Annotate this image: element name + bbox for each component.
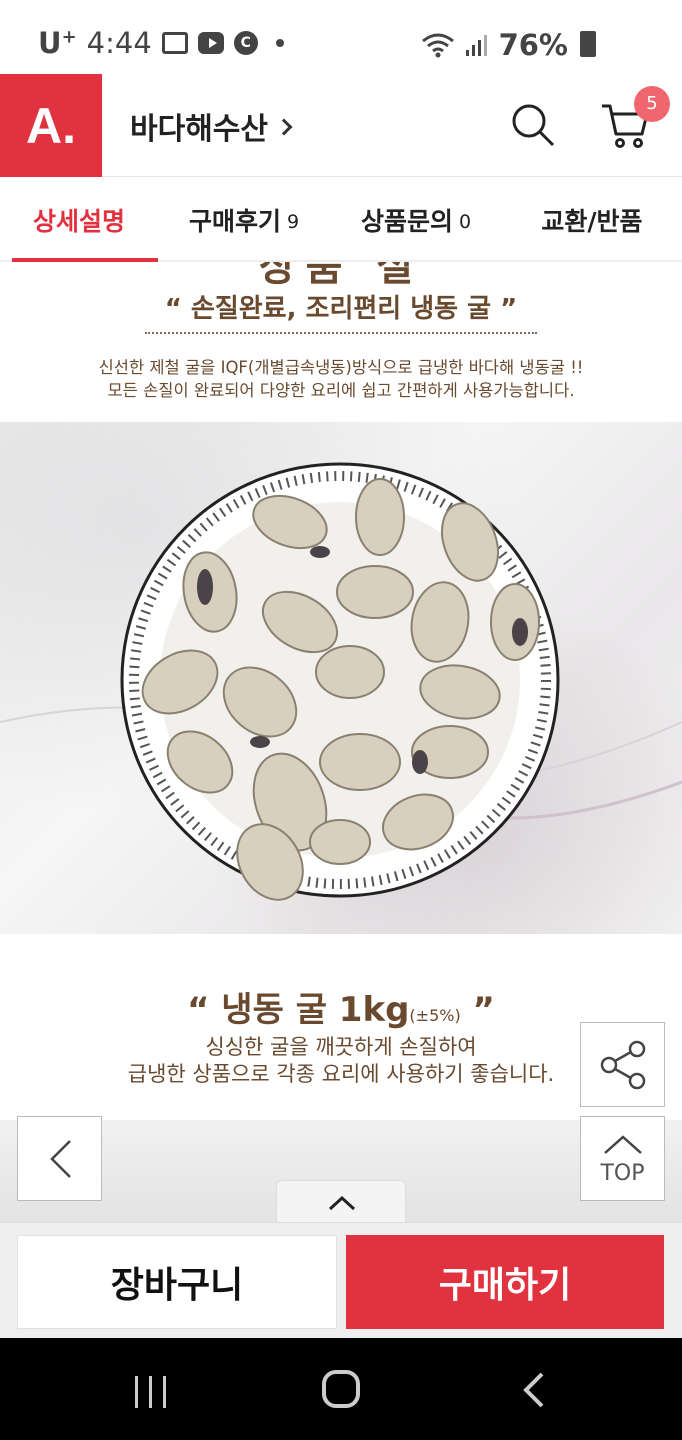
gallery-notification-icon xyxy=(161,32,188,54)
cart-count-badge: 5 xyxy=(634,86,670,122)
chevron-up-icon xyxy=(328,1195,356,1211)
add-to-cart-button[interactable]: 장바구니 xyxy=(17,1235,337,1329)
youtube-notification-icon xyxy=(197,32,224,54)
purchase-bar: 장바구니 구매하기 xyxy=(0,1222,682,1338)
product-tabs: 상세설명 구매후기 9 상품문의 0 교환/반품 xyxy=(0,178,682,264)
chevron-up-icon xyxy=(604,1135,642,1154)
back-nav-icon[interactable] xyxy=(504,1360,564,1420)
more-notifications-icon xyxy=(275,39,284,47)
intro-description: 신선한 제철 굴을 IQF(개별급속냉동)방식으로 급냉한 바다해 냉동굴 !!… xyxy=(0,356,682,402)
tab-inquiries[interactable]: 상품문의 0 xyxy=(330,178,502,262)
expand-options-handle[interactable] xyxy=(276,1180,406,1222)
tab-count: 9 xyxy=(286,211,300,233)
product-size-tolerance: (±5%) xyxy=(409,1006,461,1025)
shop-name-link[interactable]: 바다해수산 xyxy=(130,104,293,148)
c-notification-icon: C xyxy=(233,31,258,55)
status-bar: U+ 4:44 C 76% xyxy=(0,0,682,74)
top-label: TOP xyxy=(600,1161,645,1186)
back-button[interactable] xyxy=(17,1116,102,1201)
share-icon xyxy=(600,1040,646,1090)
intro-line-2: 모든 손질이 완료되어 다양한 요리에 쉽고 간편하게 사용가능합니다. xyxy=(107,381,575,400)
product-size-main: “ 냉동 굴 1kg xyxy=(187,990,410,1030)
dotted-divider xyxy=(145,332,537,334)
tab-label: 구매후기 xyxy=(188,207,281,236)
clock: 4:44 xyxy=(86,26,152,60)
tab-exchange-return[interactable]: 교환/반품 xyxy=(502,178,682,262)
intro-line-1: 신선한 제철 굴을 IQF(개별급속냉동)방식으로 급냉한 바다해 냉동굴 !! xyxy=(98,358,584,377)
recent-apps-icon[interactable] xyxy=(121,1360,181,1420)
tab-label: 교환/반품 xyxy=(541,207,643,236)
battery-percent: 76% xyxy=(498,28,568,62)
tab-reviews[interactable]: 구매후기 9 xyxy=(158,178,330,262)
chevron-right-icon xyxy=(275,118,293,136)
tab-label: 상품문의 xyxy=(360,207,453,236)
shop-name-label: 바다해수산 xyxy=(130,112,268,147)
tab-count: 0 xyxy=(458,211,472,233)
share-button[interactable] xyxy=(580,1022,665,1107)
buy-now-button[interactable]: 구매하기 xyxy=(346,1235,664,1329)
scroll-top-button[interactable]: TOP xyxy=(580,1116,665,1201)
app-header: A. 바다해수산 5 xyxy=(0,74,682,177)
signal-icon xyxy=(465,35,487,56)
oyster-plate-photo xyxy=(0,422,682,934)
chevron-left-icon xyxy=(50,1140,71,1178)
home-logo[interactable]: A. xyxy=(0,74,102,177)
battery-icon xyxy=(580,31,596,57)
wifi-icon xyxy=(421,33,454,58)
home-icon[interactable] xyxy=(312,1360,372,1420)
carrier-label: U+ xyxy=(38,26,77,60)
search-icon[interactable] xyxy=(510,102,556,148)
product-size-end: ” xyxy=(460,990,495,1030)
status-right: 76% xyxy=(421,28,596,62)
tab-description[interactable]: 상세설명 xyxy=(0,178,158,264)
system-nav-bar xyxy=(0,1338,682,1440)
status-left: U+ 4:44 C xyxy=(38,26,284,60)
tab-label: 상세설명 xyxy=(32,207,125,236)
headline-quote: “ 손질완료, 조리편리 냉동 굴 ” xyxy=(164,294,518,324)
